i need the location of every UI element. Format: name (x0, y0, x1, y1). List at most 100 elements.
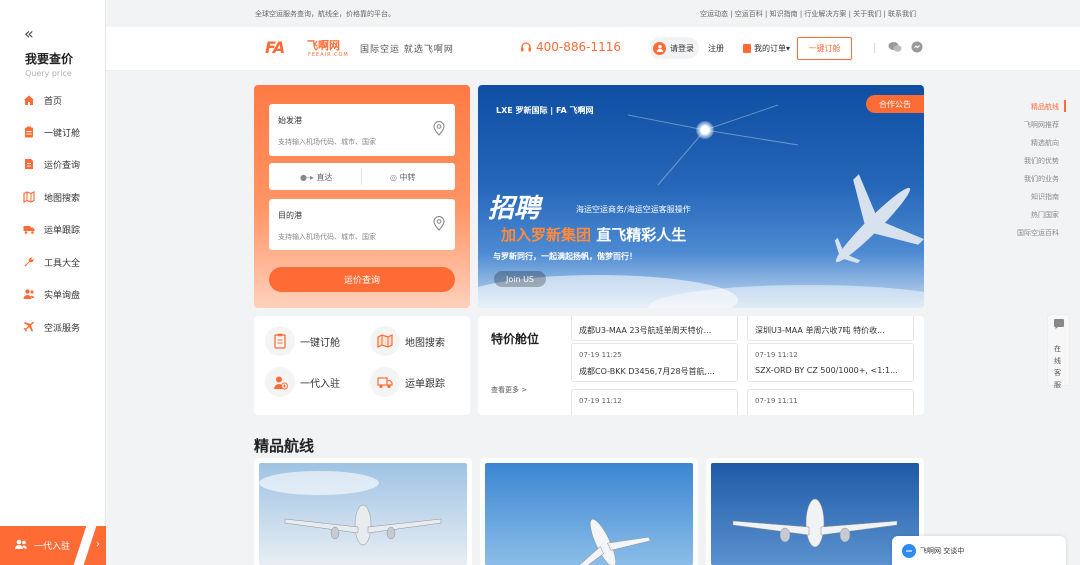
card-date: 07-19 11:11 (755, 397, 798, 405)
my-orders-label: 我的订单▾ (754, 44, 791, 53)
location-pin-icon (433, 216, 445, 234)
rate-query-button[interactable]: 运价查询 (269, 267, 455, 292)
chat-widget[interactable]: 飞啊网 交谈中 (892, 536, 1066, 565)
special-cabin-card[interactable]: 07-19 11:11 (747, 389, 914, 415)
card-route: 深圳U3-MAA 单周六收7吨 特价收... (755, 326, 885, 335)
users-icon (14, 538, 28, 553)
card-date: 07-19 11:12 (579, 397, 622, 405)
view-more-link[interactable]: 查看更多 > (491, 385, 527, 395)
sidebar-item-label: 空派服务 (44, 323, 81, 334)
right-nav-item[interactable]: 我们的业务 (1024, 174, 1059, 184)
sidebar-item-booking[interactable]: 一键订舱 (0, 119, 106, 145)
banner-subline: 与罗新同行，一起满起扬帆，偕梦而行！ (493, 252, 637, 261)
sidebar-item-air-dispatch[interactable]: 空派服务 (0, 314, 106, 340)
orders-icon (743, 44, 751, 53)
special-cabin-card[interactable]: 07-19 11:12 SZX-ORD BY CZ 500/1000+, <1:… (747, 343, 914, 382)
online-service-label: 在线客服 (1054, 345, 1061, 389)
quick-map-search[interactable]: 地图搜索 (370, 326, 445, 356)
header-divider (874, 43, 875, 53)
collapse-sidebar-icon[interactable]: « (24, 24, 34, 43)
quick-tracking-label: 运单跟踪 (405, 378, 445, 390)
route-photo (259, 463, 467, 565)
right-nav-item[interactable]: 热门国家 (1031, 210, 1059, 220)
sidebar-item-inquiry[interactable]: 实单询盘 (0, 281, 106, 307)
origin-port-field[interactable]: 始发港 支持输入机场代码、城市、国家 (269, 104, 455, 156)
my-orders-dropdown[interactable]: 我的订单▾ (743, 43, 790, 54)
route-photo (711, 463, 919, 565)
quick-booking[interactable]: 一键订舱 (265, 326, 340, 356)
right-nav-item[interactable]: 飞啊网推荐 (1024, 120, 1059, 130)
truck-icon (370, 367, 400, 397)
direct-route-icon: ●-▸ (300, 173, 317, 182)
chat-label: 飞啊网 交谈中 (920, 546, 965, 555)
direct-option[interactable]: ●-▸ 直达 (300, 172, 332, 183)
special-cabin-title: 特价舱位 (491, 332, 540, 346)
sidebar-item-map-search[interactable]: 地图搜索 (0, 184, 106, 210)
location-pin-icon (433, 121, 445, 139)
right-nav-item[interactable]: 知识指南 (1031, 192, 1059, 202)
clipboard-icon (265, 326, 295, 356)
sidebar-item-label: 运单跟踪 (44, 225, 81, 236)
recruitment-banner[interactable]: 合作公告 LXE 罗新国际 | FA 飞啊网 招聘 海运空运商务/海运空运客服操… (478, 85, 924, 308)
top-links[interactable]: 空运动态 | 空运百科 | 知识指南 | 行业解决方案 | 关于我们 | 联系我… (700, 9, 916, 19)
join-agent-label: 一代入驻 (34, 542, 71, 552)
headset-icon (520, 41, 532, 56)
quick-booking-label: 一键订舱 (300, 337, 340, 349)
origin-port-placeholder: 支持输入机场代码、城市、国家 (278, 138, 376, 146)
card-route: 成都U3-MAA 23号航班单周天特价... (579, 326, 712, 335)
avatar-icon (653, 41, 666, 55)
direct-label: 直达 (316, 173, 333, 182)
weibo-icon[interactable] (911, 41, 923, 56)
logo-text[interactable]: 飞啊网 (307, 37, 340, 53)
card-date: 07-19 11:12 (755, 351, 798, 359)
destination-port-field[interactable]: 目的港 支持输入机场代码、城市、国家 (269, 199, 455, 250)
document-icon (23, 158, 35, 170)
right-nav-item[interactable]: 我们的优势 (1024, 156, 1059, 166)
route-toggle-divider (361, 168, 362, 185)
right-nav-item[interactable]: 精选航向 (1031, 138, 1059, 148)
special-cabin-card[interactable]: 07-19 11:12 (571, 389, 738, 415)
clipboard-icon (23, 126, 35, 138)
headline-part-b: 直飞精彩人生 (596, 226, 687, 244)
logo-mark[interactable]: FA (265, 38, 285, 57)
home-icon (23, 94, 35, 106)
special-cabin-card[interactable]: 07-19 11:25 成都CO-BKK D3456,7月28号首航,... (571, 343, 738, 382)
logo-domain: FEEAIR.COM (308, 52, 349, 58)
login-button[interactable]: 请登录 (649, 37, 699, 59)
partner-notice-tag: 合作公告 (866, 95, 924, 113)
right-nav-item[interactable]: 国际空运百科 (1017, 228, 1059, 238)
sidebar-item-home[interactable]: 首页 (0, 87, 106, 113)
map-icon (370, 326, 400, 356)
register-link[interactable]: 注册 (708, 43, 724, 54)
route-card[interactable] (480, 458, 698, 565)
sidebar-item-tools[interactable]: 工具大全 (0, 249, 106, 275)
one-click-booking-button[interactable]: 一键订舱 (797, 37, 852, 60)
top-strip (106, 0, 1080, 27)
route-card[interactable] (254, 458, 472, 565)
sidebar-item-tracking[interactable]: 运单跟踪 (0, 216, 106, 242)
origin-port-label: 始发港 (278, 116, 302, 125)
right-nav-item[interactable]: 精品航线 (1031, 102, 1059, 112)
airplane-icon (23, 321, 35, 333)
route-photo (485, 463, 693, 565)
quick-tracking[interactable]: 运单跟踪 (370, 367, 445, 397)
sidebar-item-label: 工具大全 (44, 258, 81, 269)
card-date: 07-19 11:25 (579, 351, 622, 359)
special-cabin-panel: 成都U3-MAA 23号航班单周天特价... 深圳U3-MAA 单周六收7吨 特… (478, 316, 924, 415)
sidebar-item-rate-query[interactable]: 运价查询 (0, 151, 106, 177)
sun-glare (696, 121, 714, 139)
chat-bubble-icon (1053, 318, 1065, 333)
quick-join-agent[interactable]: 一代入驻 (265, 367, 340, 397)
special-cabin-card[interactable]: 成都U3-MAA 23号航班单周天特价... (571, 316, 738, 341)
special-cabin-card[interactable]: 深圳U3-MAA 单周六收7吨 特价收... (747, 316, 914, 341)
sidebar-title: 我要查价 (25, 52, 74, 66)
users-icon (23, 288, 35, 300)
truck-icon (23, 223, 35, 235)
transfer-option[interactable]: ◎ 中转 (390, 172, 416, 183)
destination-port-placeholder: 支持输入机场代码、城市、国家 (278, 233, 376, 241)
transfer-route-icon: ◎ (390, 173, 400, 182)
join-us-button[interactable]: Join US (494, 271, 546, 287)
wechat-icon[interactable] (888, 41, 902, 56)
chevron-right-icon[interactable]: › (96, 539, 100, 550)
sidebar-item-label: 地图搜索 (44, 193, 81, 204)
